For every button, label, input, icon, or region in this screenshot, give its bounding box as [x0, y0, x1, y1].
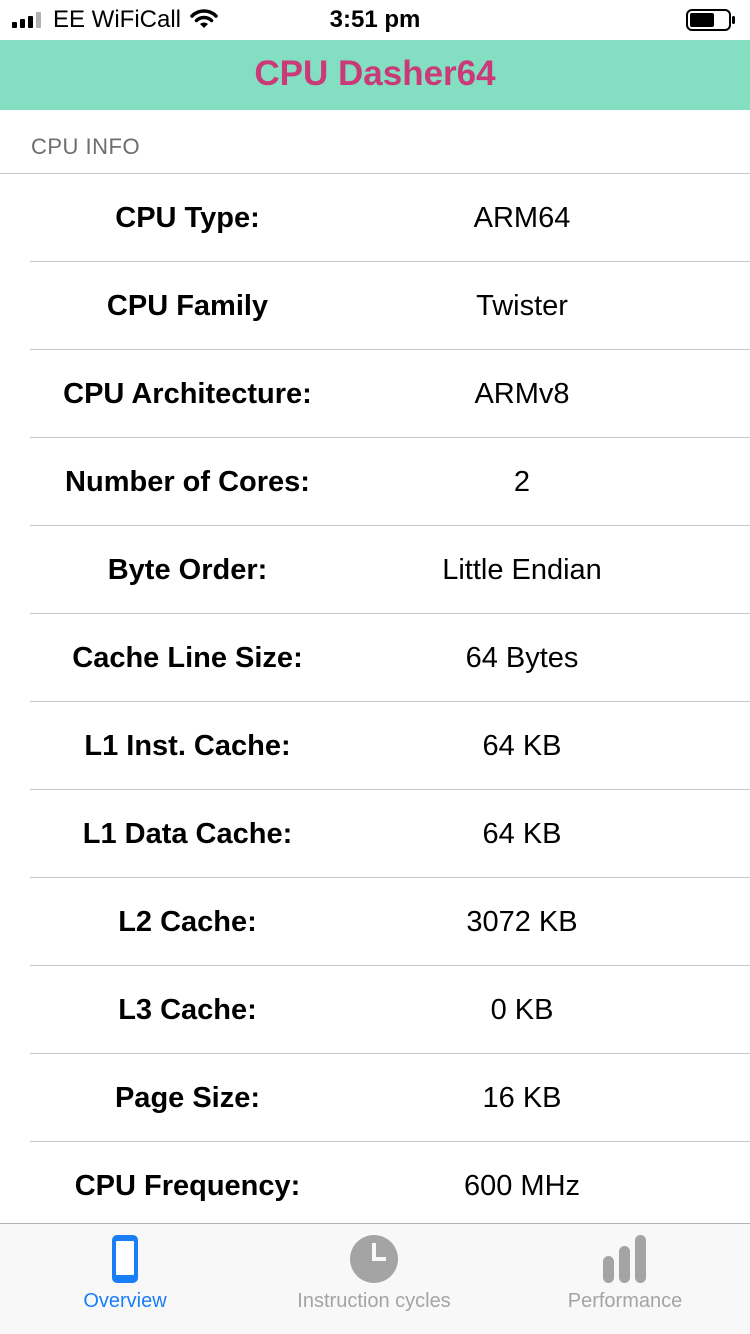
row-value: 0 KB — [490, 994, 554, 1026]
table-row-cache-line-size: Cache Line Size: 64 Bytes — [0, 614, 750, 702]
tab-instruction-cycles[interactable]: Instruction cycles — [249, 1224, 499, 1334]
row-value: Twister — [476, 290, 568, 322]
table-row-page-size: Page Size: 16 KB — [0, 1054, 750, 1142]
tab-label: Instruction cycles — [297, 1290, 451, 1312]
status-time: 3:51 pm — [329, 6, 421, 33]
screen: EE WiFiCall 3:51 pm CPU Dasher64 CPU INF… — [0, 0, 750, 1334]
tab-bar: Overview Instruction cycles Performance — [0, 1223, 750, 1334]
row-value: 600 MHz — [463, 1170, 581, 1202]
table-row-l3-cache: L3 Cache: 0 KB — [0, 966, 750, 1054]
tab-performance[interactable]: Performance — [500, 1224, 750, 1334]
row-value: 2 — [513, 466, 531, 498]
battery-icon — [686, 9, 735, 31]
tab-label: Performance — [567, 1290, 683, 1312]
table-row-cpu-family: CPU Family Twister — [0, 262, 750, 350]
table-row-cpu-type: CPU Type: ARM64 — [0, 174, 750, 262]
row-value: ARM64 — [473, 202, 571, 234]
table-row-l1-data-cache: L1 Data Cache: 64 KB — [0, 790, 750, 878]
row-value: ARMv8 — [474, 378, 570, 410]
table-row-cpu-architecture: CPU Architecture: ARMv8 — [0, 350, 750, 438]
row-value: Little Endian — [442, 554, 602, 586]
clock-icon — [350, 1235, 398, 1283]
row-value: 64 KB — [482, 818, 562, 850]
table-row-number-of-cores: Number of Cores: 2 — [0, 438, 750, 526]
table-row-cpu-frequency: CPU Frequency: 600 MHz — [0, 1142, 750, 1230]
table-row-byte-order: Byte Order: Little Endian — [0, 526, 750, 614]
bar-chart-icon — [603, 1235, 646, 1283]
row-value: 3072 KB — [466, 906, 578, 938]
tab-label: Overview — [83, 1290, 167, 1312]
table-row-l2-cache: L2 Cache: 3072 KB — [0, 878, 750, 966]
table-row-l1-inst-cache: L1 Inst. Cache: 64 KB — [0, 702, 750, 790]
row-value: 64 Bytes — [465, 642, 579, 674]
cpu-info-table: CPU Type: ARM64 CPU Family Twister CPU A… — [0, 174, 750, 1230]
section-header: CPU INFO — [31, 134, 141, 159]
row-value: 64 KB — [482, 730, 562, 762]
row-value: 16 KB — [482, 1082, 562, 1114]
app-title: CPU Dasher64 — [254, 54, 496, 93]
status-bar: EE WiFiCall 3:51 pm — [0, 0, 750, 40]
navigation-bar: CPU Dasher64 — [0, 40, 750, 110]
tab-overview[interactable]: Overview — [0, 1224, 250, 1334]
phone-icon — [112, 1235, 138, 1283]
